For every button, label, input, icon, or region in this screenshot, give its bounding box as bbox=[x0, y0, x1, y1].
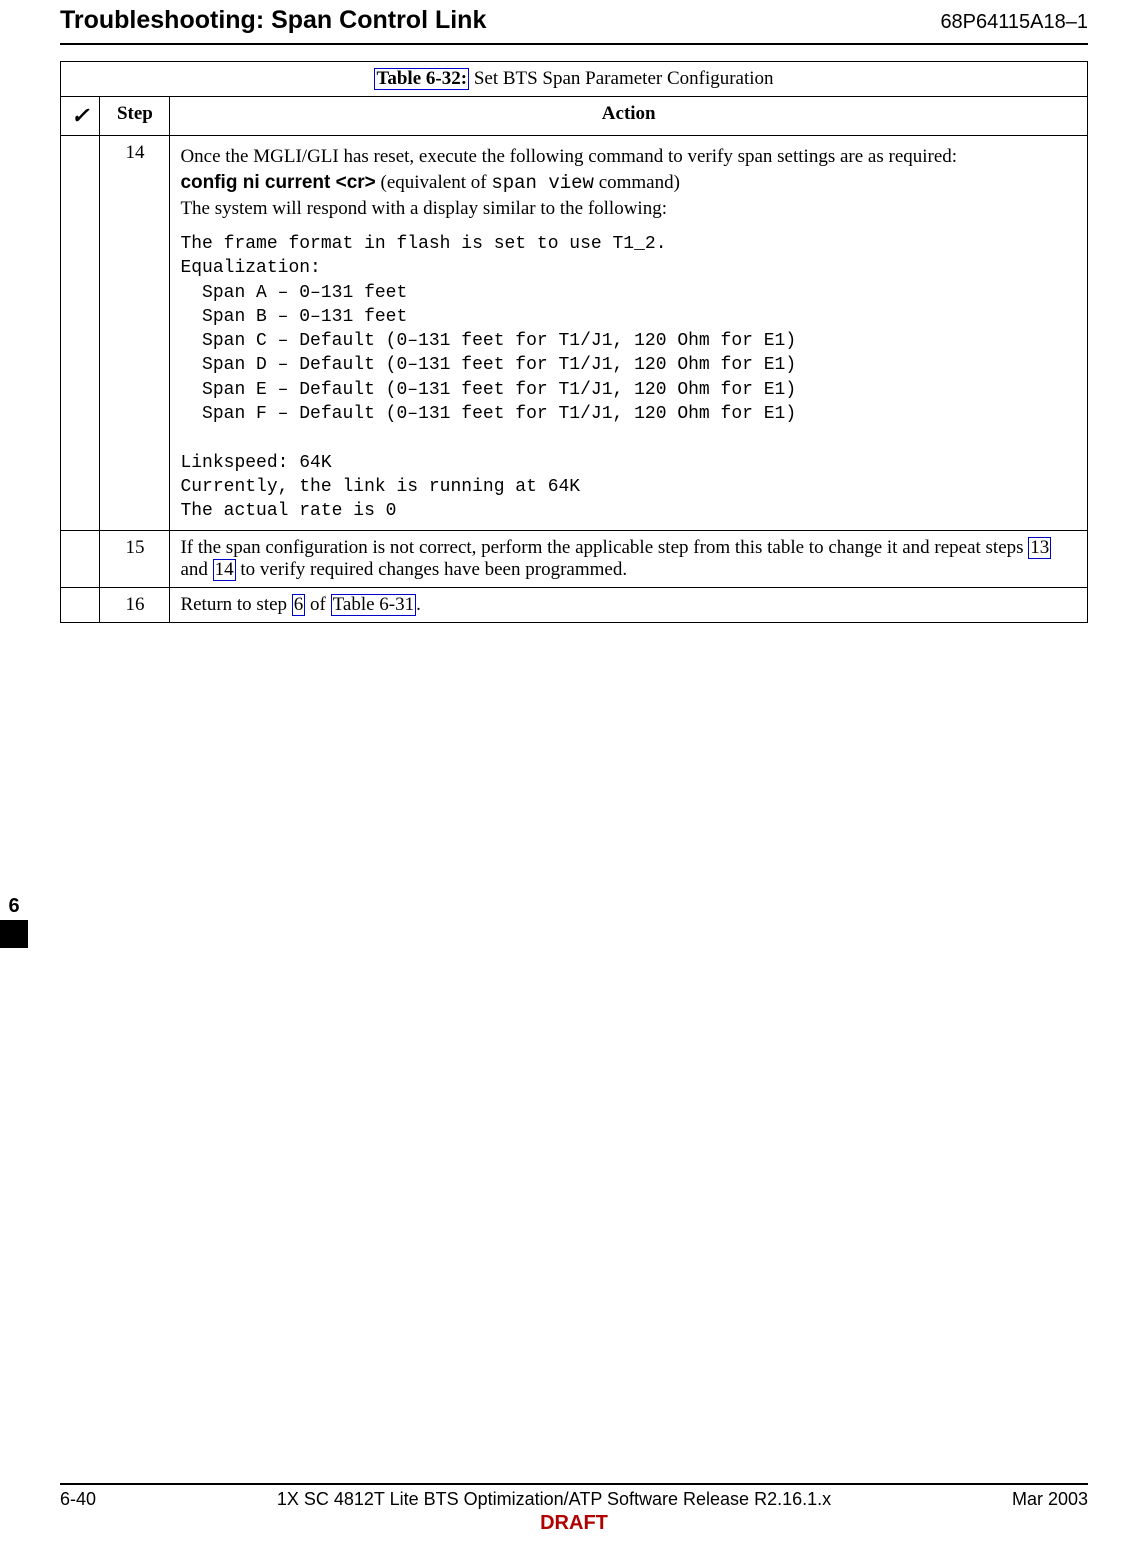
step15-text-pre: If the span configuration is not correct… bbox=[180, 537, 1028, 558]
check-icon: ✓ bbox=[71, 103, 89, 128]
chapter-tab-bar bbox=[0, 920, 28, 948]
action-cell: If the span configuration is not correct… bbox=[170, 530, 1088, 587]
chapter-number: 6 bbox=[0, 892, 28, 920]
col-action: Action bbox=[170, 97, 1088, 136]
step15-text-mid: and bbox=[180, 559, 212, 580]
page-header: Troubleshooting: Span Control Link 68P64… bbox=[60, 0, 1088, 41]
table-row: 14 Once the MGLI/GLI has reset, execute … bbox=[61, 136, 1088, 531]
action-cell: Once the MGLI/GLI has reset, execute the… bbox=[170, 136, 1088, 531]
check-cell bbox=[61, 587, 100, 622]
page-footer: 6-40 1X SC 4812T Lite BTS Optimization/A… bbox=[60, 1475, 1088, 1535]
link-step-13[interactable]: 13 bbox=[1028, 537, 1051, 559]
step-number: 14 bbox=[100, 136, 170, 531]
link-table-6-31[interactable]: Table 6-31 bbox=[331, 594, 417, 616]
step14-respond: The system will respond with a display s… bbox=[180, 198, 1077, 220]
header-rule bbox=[60, 43, 1088, 45]
footer-center-text: 1X SC 4812T Lite BTS Optimization/ATP So… bbox=[96, 1489, 1012, 1510]
link-step-14[interactable]: 14 bbox=[213, 559, 236, 581]
step14-output: The frame format in flash is set to use … bbox=[180, 232, 1077, 524]
header-doc-number: 68P64115A18–1 bbox=[940, 11, 1088, 34]
cmd-note-post: command) bbox=[594, 172, 680, 193]
table-row: 16 Return to step 6 of Table 6-31. bbox=[61, 587, 1088, 622]
footer-page-number: 6-40 bbox=[60, 1489, 96, 1510]
cmd-note-code: span view bbox=[491, 172, 594, 194]
check-cell bbox=[61, 136, 100, 531]
table-title-link-marker[interactable]: Table 6-32: bbox=[374, 68, 469, 90]
footer-date: Mar 2003 bbox=[1012, 1489, 1088, 1510]
step-number: 16 bbox=[100, 587, 170, 622]
step14-intro: Once the MGLI/GLI has reset, execute the… bbox=[180, 146, 1077, 168]
col-step: Step bbox=[100, 97, 170, 136]
step16-text-post: . bbox=[416, 594, 421, 615]
footer-draft-label: DRAFT bbox=[60, 1512, 1088, 1535]
table-row: 15 If the span configuration is not corr… bbox=[61, 530, 1088, 587]
chapter-tab: 6 bbox=[0, 892, 28, 948]
step14-command-line: config ni current <cr> (equivalent of sp… bbox=[180, 172, 1077, 194]
action-cell: Return to step 6 of Table 6-31. bbox=[170, 587, 1088, 622]
table-title-cell: Table 6-32: Set BTS Span Parameter Confi… bbox=[61, 62, 1088, 97]
step16-text-mid: of bbox=[305, 594, 330, 615]
table-title-text: Set BTS Span Parameter Configuration bbox=[474, 68, 774, 89]
header-title: Troubleshooting: Span Control Link bbox=[60, 6, 486, 35]
link-step-6[interactable]: 6 bbox=[292, 594, 306, 616]
table-number: Table 6-32: bbox=[376, 68, 467, 89]
step15-text-post: to verify required changes have been pro… bbox=[236, 559, 627, 580]
step-number: 15 bbox=[100, 530, 170, 587]
check-cell bbox=[61, 530, 100, 587]
footer-rule bbox=[60, 1483, 1088, 1485]
command-text: config ni current <cr> bbox=[180, 172, 375, 193]
col-check: ✓ bbox=[61, 97, 100, 136]
table-6-32: Table 6-32: Set BTS Span Parameter Confi… bbox=[60, 61, 1088, 623]
step16-text-pre: Return to step bbox=[180, 594, 291, 615]
cmd-note-pre: (equivalent of bbox=[376, 172, 492, 193]
